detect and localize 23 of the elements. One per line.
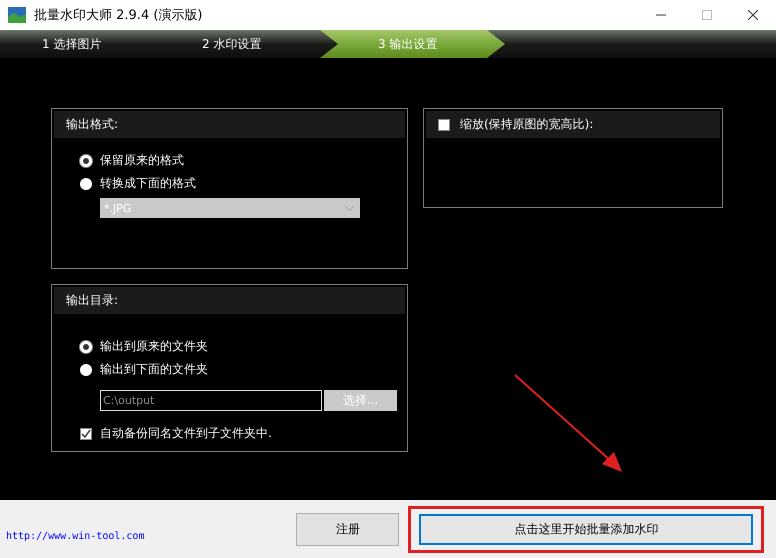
- radio-label: 输出到下面的文件夹: [100, 361, 208, 378]
- website-link[interactable]: http://www.win-tool.com: [6, 530, 144, 542]
- radio-label: 输出到原来的文件夹: [100, 338, 208, 355]
- maximize-icon: [702, 10, 712, 20]
- window-title: 批量水印大师 2.9.4 (演示版): [34, 7, 202, 24]
- panel-title: 输出格式:: [66, 116, 118, 133]
- chevron-down-icon: [345, 206, 354, 210]
- radio-button[interactable]: [80, 178, 92, 190]
- radio-button[interactable]: [80, 340, 92, 352]
- radio-button[interactable]: [80, 154, 92, 166]
- radio-button[interactable]: [80, 364, 92, 376]
- checkbox-label: 自动备份同名文件到子文件夹中.: [100, 425, 272, 442]
- checkbox[interactable]: [438, 118, 450, 130]
- landscape-icon: [8, 7, 26, 23]
- checkbox-label: 缩放(保持原图的宽高比):: [460, 116, 594, 133]
- close-icon: [748, 10, 758, 20]
- register-button[interactable]: 注册: [296, 512, 400, 546]
- checkbox[interactable]: [80, 428, 92, 440]
- panel-title: 输出目录:: [66, 292, 118, 309]
- start-button[interactable]: 点击这里开始批量添加水印: [419, 514, 754, 544]
- radio-label: 保留原来的格式: [100, 152, 184, 169]
- radio-label: 转换成下面的格式: [100, 175, 196, 192]
- path-field[interactable]: C:\output: [100, 390, 322, 411]
